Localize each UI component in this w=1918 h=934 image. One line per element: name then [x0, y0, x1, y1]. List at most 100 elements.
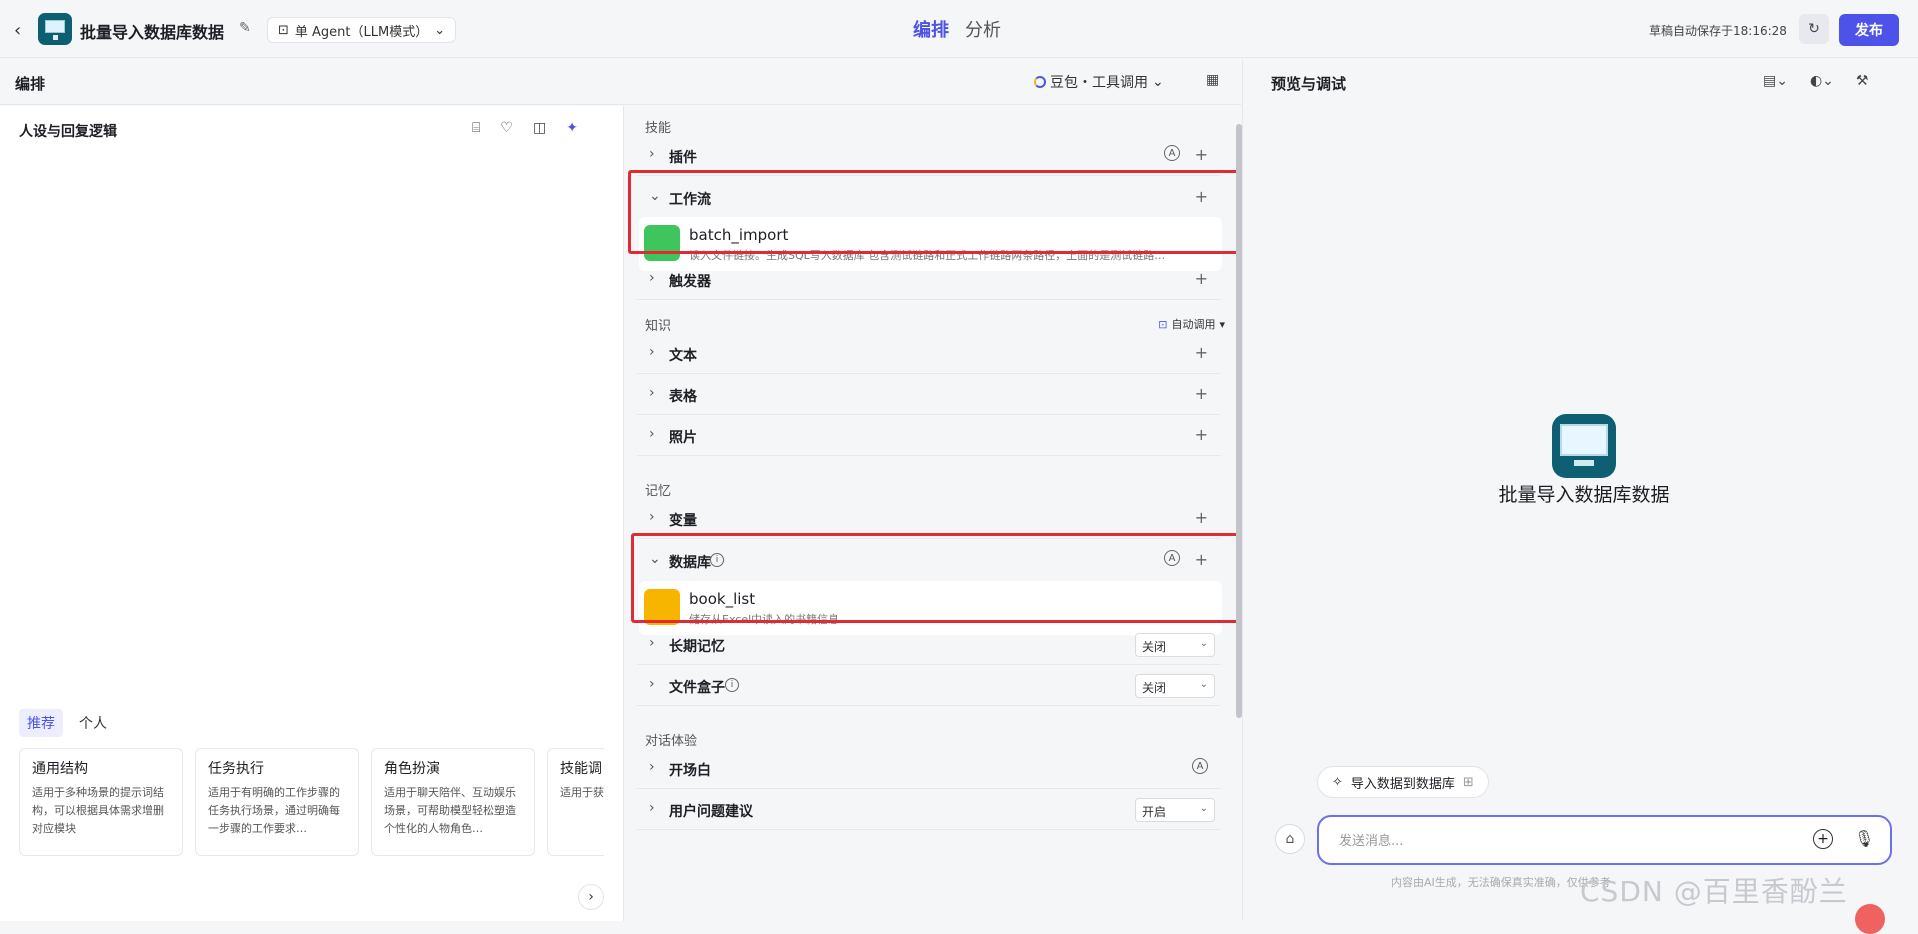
top-bar: ‹ 批量导入数据库数据 ✎ ⊡ 单 Agent（LLM模式） ⌄ 编排 分析 草…: [0, 0, 1918, 58]
publish-button[interactable]: 发布: [1839, 14, 1899, 46]
editor-title: 编排: [15, 75, 46, 93]
group-skill: 技能: [645, 121, 672, 136]
editor-header: 编排 豆包・工具调用 ⌄ ▦: [0, 59, 1241, 105]
history-icon: ↻: [1808, 21, 1820, 37]
suggestion-row[interactable]: › 用户问题建议 开启 ⌄: [637, 790, 1220, 830]
watermark: CSDN @百里香酚兰: [1580, 875, 1848, 908]
autosave-status: 草稿自动保存于18:16:28: [1649, 24, 1787, 38]
message-input[interactable]: [1339, 830, 1779, 852]
file-box-label: 文件盒子: [669, 680, 725, 696]
template-cards: 通用结构 适用于多种场景的提示词结构，可以根据具体需求增删对应模块 任务执行 适…: [19, 748, 604, 860]
chevron-right-icon: ›: [649, 426, 655, 442]
template-card[interactable]: 任务执行 适用于有明确的工作步骤的任务执行场景，通过明确每一步骤的工作要求…: [195, 748, 359, 856]
preview-toolbar: ▤⌄ ◐⌄ ⚒: [1763, 73, 1868, 89]
persona-toolbar: ⌸ ♡ ◫ ✦: [472, 120, 578, 136]
message-input-box[interactable]: + 🎙: [1317, 815, 1892, 865]
template-title: 通用结构: [32, 761, 88, 777]
highlight-box-workflow: [628, 170, 1247, 254]
bot-avatar: [1552, 414, 1616, 478]
long-memory-value: 关闭: [1142, 640, 1167, 654]
trigger-row[interactable]: › 触发器 +: [637, 260, 1220, 300]
wrench-icon[interactable]: ⚒: [1856, 73, 1869, 89]
clear-chat-button[interactable]: ⌂: [1275, 824, 1305, 854]
floating-avatar[interactable]: [1855, 904, 1885, 934]
bot-name: 批量导入数据库数据: [1498, 484, 1670, 506]
suggestion-select[interactable]: 开启 ⌄: [1135, 798, 1215, 822]
shortcut-icon: ⊞: [1462, 774, 1474, 790]
trigger-label: 触发器: [669, 274, 711, 290]
info-icon[interactable]: i: [725, 678, 739, 692]
variable-label: 变量: [669, 513, 697, 529]
app-logo: [38, 13, 72, 45]
long-memory-label: 长期记忆: [669, 639, 725, 655]
group-knowledge: 知识: [645, 319, 672, 334]
auto-mode-icon[interactable]: A: [1192, 758, 1208, 774]
debug-log-icon[interactable]: ▤⌄: [1763, 73, 1788, 89]
chevron-right-icon: ›: [649, 635, 655, 651]
agent-mode-select[interactable]: ⊡ 单 Agent（LLM模式） ⌄: [267, 17, 457, 43]
ai-optimize-icon[interactable]: ✦: [566, 120, 578, 136]
broom-icon: ⌂: [1285, 831, 1295, 847]
auto-invoke-label: 自动调用: [1171, 318, 1216, 331]
template-card[interactable]: 技能调 适用于获取的场景: [547, 748, 604, 856]
palette-icon[interactable]: ◐⌄: [1810, 73, 1834, 89]
file-box-value: 关闭: [1142, 681, 1167, 695]
edit-icon[interactable]: ✎: [239, 20, 251, 36]
add-trigger-icon[interactable]: +: [1195, 269, 1208, 288]
grid-icon[interactable]: ▦: [1206, 72, 1219, 88]
persona-panel: 人设与回复逻辑 ⌸ ♡ ◫ ✦ 推荐 个人 通用结构 适用于多种场景的提示词结构…: [0, 106, 624, 921]
agent-icon: ⊡: [278, 22, 289, 38]
model-label: 豆包・工具调用: [1050, 75, 1148, 91]
tab-personal[interactable]: 个人: [71, 709, 115, 737]
tab-recommended[interactable]: 推荐: [19, 709, 63, 737]
template-tabs: 推荐 个人: [19, 709, 115, 737]
template-card[interactable]: 通用结构 适用于多种场景的提示词结构，可以根据具体需求增删对应模块: [19, 748, 183, 856]
template-title: 角色扮演: [384, 761, 440, 777]
long-memory-select[interactable]: 关闭 ⌄: [1135, 633, 1215, 657]
chevron-right-icon: ›: [649, 759, 655, 775]
add-photo-icon[interactable]: +: [1195, 425, 1208, 444]
file-box-row[interactable]: › 文件盒子 i 关闭 ⌄: [637, 666, 1220, 706]
agent-mode-label: 单 Agent（LLM模式）: [294, 24, 429, 40]
long-memory-row[interactable]: › 长期记忆 关闭 ⌄: [637, 625, 1220, 665]
persona-title: 人设与回复逻辑: [19, 124, 117, 140]
chevron-right-icon: ›: [649, 385, 655, 401]
opening-row[interactable]: › 开场白 A: [637, 749, 1220, 789]
tab-analysis[interactable]: 分析: [965, 16, 1001, 42]
model-select[interactable]: 豆包・工具调用 ⌄: [1034, 72, 1164, 92]
lightbulb-icon[interactable]: ♡: [500, 120, 513, 136]
template-desc: 适用于获取的场景: [560, 786, 604, 799]
compare-icon[interactable]: ◫: [533, 120, 546, 136]
model-icon: [1034, 76, 1046, 88]
main-tabs: 编排 分析: [913, 16, 1001, 42]
chevron-down-icon: ⌄: [1199, 638, 1208, 649]
back-arrow-icon[interactable]: ‹: [14, 20, 21, 41]
history-button[interactable]: ↻: [1799, 14, 1829, 44]
auto-mode-icon[interactable]: A: [1164, 145, 1180, 161]
preview-panel: 预览与调试 ▤⌄ ◐⌄ ⚒ 批量导入数据库数据 ✧ 导入数据到数据库 ⊞ ⌂ +…: [1242, 59, 1918, 921]
template-card[interactable]: 角色扮演 适用于聊天陪伴、互动娱乐场景，可帮助模型轻松塑造个性化的人物角色…: [371, 748, 535, 856]
ai-disclaimer: 内容由AI生成，无法确保真实准确，仅供参考: [1391, 876, 1611, 889]
photo-row[interactable]: › 照片 +: [637, 416, 1220, 456]
table-row[interactable]: › 表格 +: [637, 375, 1220, 415]
add-text-icon[interactable]: +: [1195, 343, 1208, 362]
add-attachment-icon[interactable]: +: [1813, 829, 1833, 849]
chevron-down-icon: ⌄: [434, 22, 446, 38]
next-arrow-button[interactable]: ›: [578, 884, 604, 910]
file-box-select[interactable]: 关闭 ⌄: [1135, 674, 1215, 698]
prompt-library-icon[interactable]: ⌸: [472, 120, 480, 136]
add-plugin-icon[interactable]: +: [1195, 145, 1208, 164]
table-label: 表格: [669, 389, 697, 405]
skills-panel: 技能 › 插件 A + ⌄ 工作流 + batch_import 读入文件链接。…: [625, 106, 1248, 921]
chevron-down-icon: ⌄: [1152, 74, 1164, 90]
suggestion-chip[interactable]: ✧ 导入数据到数据库 ⊞: [1317, 766, 1489, 798]
microphone-icon[interactable]: 🎙: [1854, 829, 1874, 848]
add-table-icon[interactable]: +: [1195, 384, 1208, 403]
chevron-down-icon: ⌄: [1199, 679, 1208, 690]
text-row[interactable]: › 文本 +: [637, 334, 1220, 374]
photo-label: 照片: [669, 430, 697, 446]
auto-invoke-select[interactable]: ⊡ 自动调用 ▾: [1158, 316, 1225, 332]
template-desc: 适用于聊天陪伴、互动娱乐场景，可帮助模型轻松塑造个性化的人物角色…: [384, 786, 516, 835]
add-variable-icon[interactable]: +: [1195, 508, 1208, 527]
tab-arrange[interactable]: 编排: [913, 16, 949, 42]
